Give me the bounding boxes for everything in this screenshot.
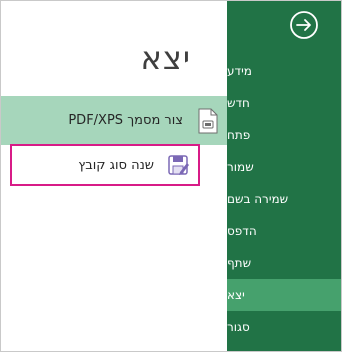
nav-share[interactable]: שתף <box>227 247 341 279</box>
change-file-type-button[interactable]: שנה סוג קובץ <box>10 144 200 186</box>
change-file-type-icon <box>168 155 189 175</box>
export-pane: יצא צור מסמך PDF/XPS שנה סוג קובץ <box>1 1 227 351</box>
nav-print[interactable]: הדפס <box>227 215 341 247</box>
nav-close[interactable]: סגור <box>227 311 341 343</box>
nav-save[interactable]: שמור <box>227 151 341 183</box>
nav-open[interactable]: פתח <box>227 119 341 151</box>
pdf-document-icon <box>198 108 218 133</box>
nav-new[interactable]: חדש <box>227 87 341 119</box>
backstage-window: יצא צור מסמך PDF/XPS שנה סוג קובץ מידע ח… <box>0 0 342 352</box>
backstage-nav: מידע חדש פתח שמור שמירה בשם הדפס שתף יצא… <box>227 1 341 351</box>
create-pdf-xps-label: צור מסמך PDF/XPS <box>68 113 183 128</box>
create-pdf-xps-button[interactable]: צור מסמך PDF/XPS <box>1 96 227 145</box>
back-arrow-icon[interactable] <box>289 10 319 40</box>
change-file-type-label: שנה סוג קובץ <box>78 157 154 173</box>
nav-save-as[interactable]: שמירה בשם <box>227 183 341 215</box>
nav-export[interactable]: יצא <box>227 279 341 311</box>
nav-info[interactable]: מידע <box>227 55 341 87</box>
page-title: יצא <box>140 39 191 77</box>
